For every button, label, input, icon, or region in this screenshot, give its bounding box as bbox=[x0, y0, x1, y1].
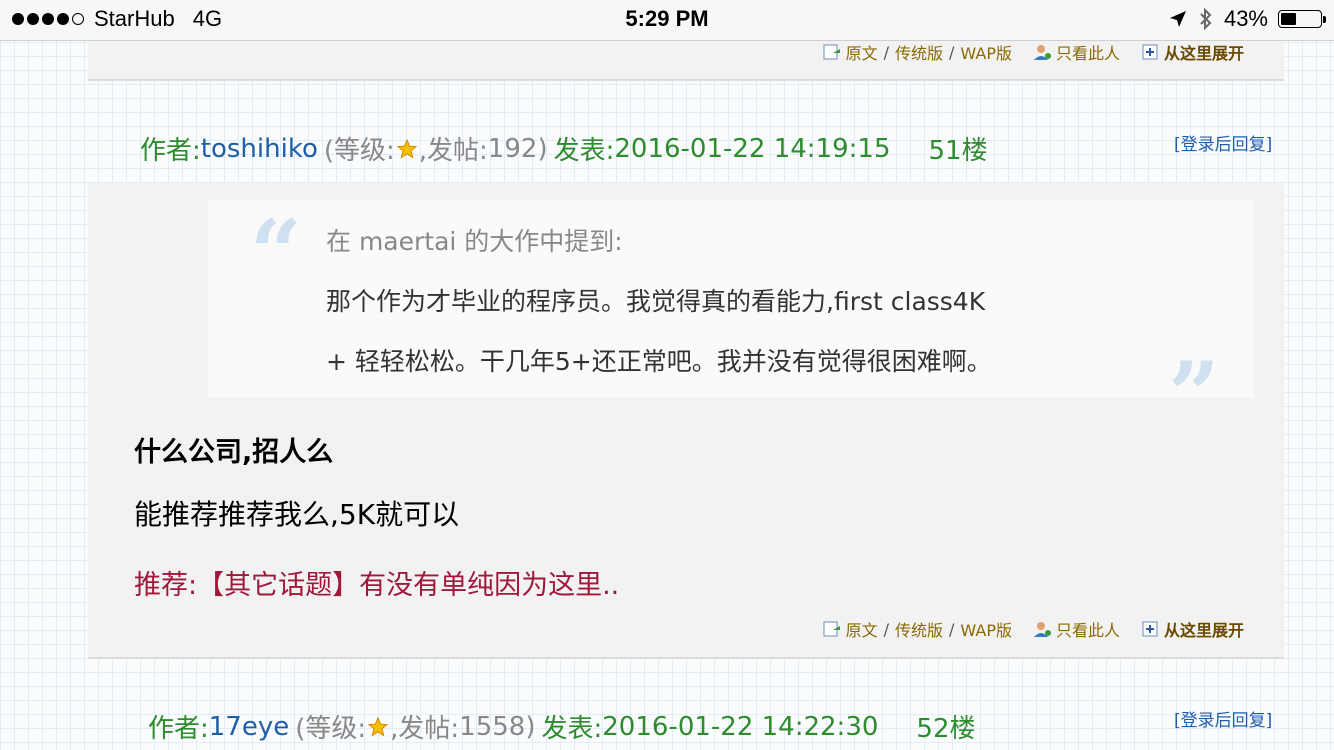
open-quote-icon: “ bbox=[250, 200, 302, 306]
bluetooth-icon bbox=[1200, 7, 1212, 31]
status-right: 43% bbox=[1168, 6, 1326, 32]
only-author-action[interactable]: 只看此人 bbox=[1032, 617, 1120, 641]
author-username[interactable]: toshihiko bbox=[201, 134, 318, 164]
classic-version-link[interactable]: 传统版 bbox=[895, 40, 943, 64]
quote-line-2: + 轻轻松松。干几年5+还正常吧。我并没有觉得很困难啊。 bbox=[326, 347, 992, 376]
separator: / bbox=[949, 619, 955, 639]
floor-number: 52楼 bbox=[916, 714, 976, 744]
published-label: 发表: bbox=[541, 714, 603, 744]
expand-plus-icon bbox=[1142, 44, 1158, 60]
post-actions: 原文 / 传统版 / WAP版 只看此人 从这里展开 bbox=[822, 617, 1244, 641]
location-arrow-icon bbox=[1169, 11, 1186, 27]
battery-percent: 43% bbox=[1223, 6, 1268, 31]
separator: / bbox=[883, 42, 890, 62]
classic-version-link[interactable]: 传统版 bbox=[895, 617, 943, 641]
posts-close: ) bbox=[537, 133, 548, 164]
author-label: 作者: bbox=[140, 136, 201, 166]
user-icon bbox=[1033, 45, 1051, 60]
separator: / bbox=[883, 619, 890, 639]
author-username[interactable]: 17eye bbox=[209, 712, 289, 742]
quote-header: 在 maertai 的大作中提到: bbox=[326, 227, 623, 256]
post-timestamp: 2016-01-22 14:19:15 bbox=[614, 133, 891, 164]
original-doc-icon bbox=[823, 44, 840, 60]
status-time: 5:29 PM bbox=[625, 6, 709, 31]
post-51-author-line: 作者: toshihiko (等级: ,发帖: 192 ) 发表: 2016-0… bbox=[140, 130, 988, 167]
posts-count: 192 bbox=[487, 133, 538, 164]
login-reply-link[interactable]: [登录后回复] bbox=[1174, 706, 1272, 731]
posts-close: ) bbox=[525, 711, 536, 742]
only-author-link[interactable]: 只看此人 bbox=[1056, 40, 1120, 64]
quote-block: “ ” 在 maertai 的大作中提到: 那个作为才毕业的程序员。我觉得真的看… bbox=[208, 200, 1254, 440]
level-star-icon bbox=[367, 716, 389, 737]
wap-version-link[interactable]: WAP版 bbox=[960, 617, 1012, 641]
posts-count: 1558 bbox=[459, 711, 526, 742]
author-label: 作者: bbox=[148, 714, 209, 744]
expand-plus-icon bbox=[1142, 621, 1158, 637]
status-bar: StarHub 4G 5:29 PM 43% bbox=[0, 0, 1334, 41]
post-52-author-line: 作者: 17eye (等级: ,发帖: 1558 ) 发表: 2016-01-2… bbox=[148, 708, 976, 745]
expand-link[interactable]: 从这里展开 bbox=[1164, 617, 1244, 641]
wap-version-link[interactable]: WAP版 bbox=[960, 40, 1012, 64]
published-label: 发表: bbox=[553, 136, 615, 166]
posts-label: ,发帖: bbox=[390, 714, 460, 744]
post-body-title: 什么公司,招人么 bbox=[134, 437, 334, 468]
expand-action[interactable]: 从这里展开 bbox=[1140, 40, 1244, 64]
level-label: (等级: bbox=[295, 714, 367, 744]
only-author-action[interactable]: 只看此人 bbox=[1032, 40, 1120, 64]
battery-fill bbox=[1281, 13, 1297, 25]
battery-icon bbox=[1278, 10, 1326, 28]
close-quote-icon: ” bbox=[1168, 342, 1220, 448]
expand-action[interactable]: 从这里展开 bbox=[1140, 617, 1244, 641]
post-actions: 原文 / 传统版 / WAP版 只看此人 从这里展开 bbox=[822, 40, 1244, 64]
post-body-text: 能推荐推荐我么,5K就可以 bbox=[134, 498, 460, 531]
original-link[interactable]: 原文 bbox=[846, 617, 878, 641]
only-author-link[interactable]: 只看此人 bbox=[1056, 617, 1120, 641]
login-reply-link[interactable]: [登录后回复] bbox=[1174, 130, 1272, 155]
post-timestamp: 2016-01-22 14:22:30 bbox=[602, 711, 879, 742]
recommend-link[interactable]: 推荐:【其它话题】有没有单纯因为这里.. bbox=[134, 563, 619, 602]
quote-line-1: 那个作为才毕业的程序员。我觉得真的看能力,first class4K bbox=[326, 287, 986, 316]
level-star-icon bbox=[396, 138, 418, 159]
expand-link[interactable]: 从这里展开 bbox=[1164, 40, 1244, 64]
floor-number: 51楼 bbox=[928, 136, 988, 166]
original-doc-icon bbox=[823, 621, 840, 637]
user-icon bbox=[1033, 622, 1051, 637]
original-link[interactable]: 原文 bbox=[846, 40, 878, 64]
posts-label: ,发帖: bbox=[418, 136, 488, 166]
level-label: (等级: bbox=[323, 136, 395, 166]
separator: / bbox=[949, 42, 955, 62]
